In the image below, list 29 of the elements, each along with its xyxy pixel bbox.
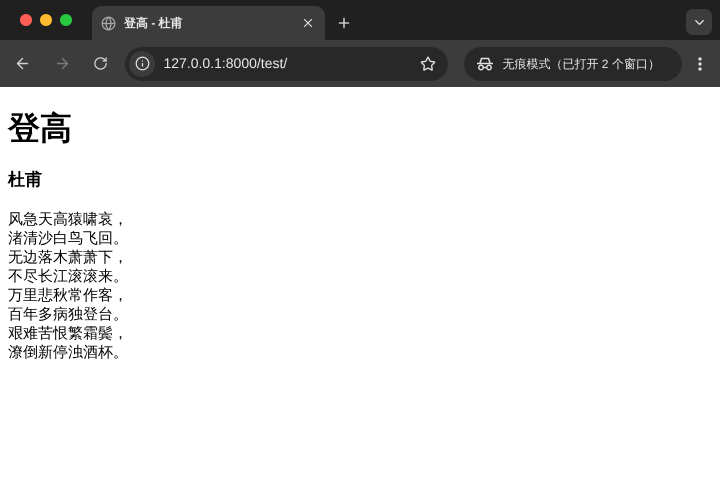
reload-icon [93,56,108,71]
poem-line: 不尽长江滚滚来。 [8,267,128,286]
tab-title: 登高 - 杜甫 [124,15,184,32]
bookmark-star-icon[interactable] [420,56,436,72]
tab-list-button[interactable] [686,9,712,35]
plus-icon [336,15,352,31]
poem-line: 艰难苦恨繁霜鬓， [8,324,128,343]
incognito-indicator[interactable]: 无痕模式（已打开 2 个窗口） [464,46,682,80]
poem-line: 万里悲秋常作客， [8,286,128,305]
url-text: 127.0.0.1:8000/test/ [163,54,288,73]
page-title: 登高 [8,109,73,148]
close-icon [301,16,315,30]
poem-line: 百年多病独登台。 [8,305,128,324]
window-close-button[interactable] [20,14,32,26]
site-info-button[interactable] [129,50,156,76]
globe-icon [101,16,116,30]
poem-line: 风急天高猿啸哀， [8,210,128,229]
incognito-icon [476,56,494,70]
poem-line: 渚清沙白鸟飞回。 [8,229,128,248]
address-bar[interactable]: 127.0.0.1:8000/test/ [125,46,448,80]
browser-tab[interactable]: 登高 - 杜甫 [92,6,325,40]
author-heading: 杜甫 [8,169,43,191]
info-icon [134,56,150,71]
poem-line: 潦倒新停浊酒杯。 [8,343,128,362]
poem-line: 无边落木萧萧下， [8,248,128,267]
menu-icon [698,56,702,70]
window-minimize-button[interactable] [40,14,52,26]
window-zoom-button[interactable] [60,14,72,26]
incognito-label: 无痕模式（已打开 2 个窗口） [502,56,660,72]
